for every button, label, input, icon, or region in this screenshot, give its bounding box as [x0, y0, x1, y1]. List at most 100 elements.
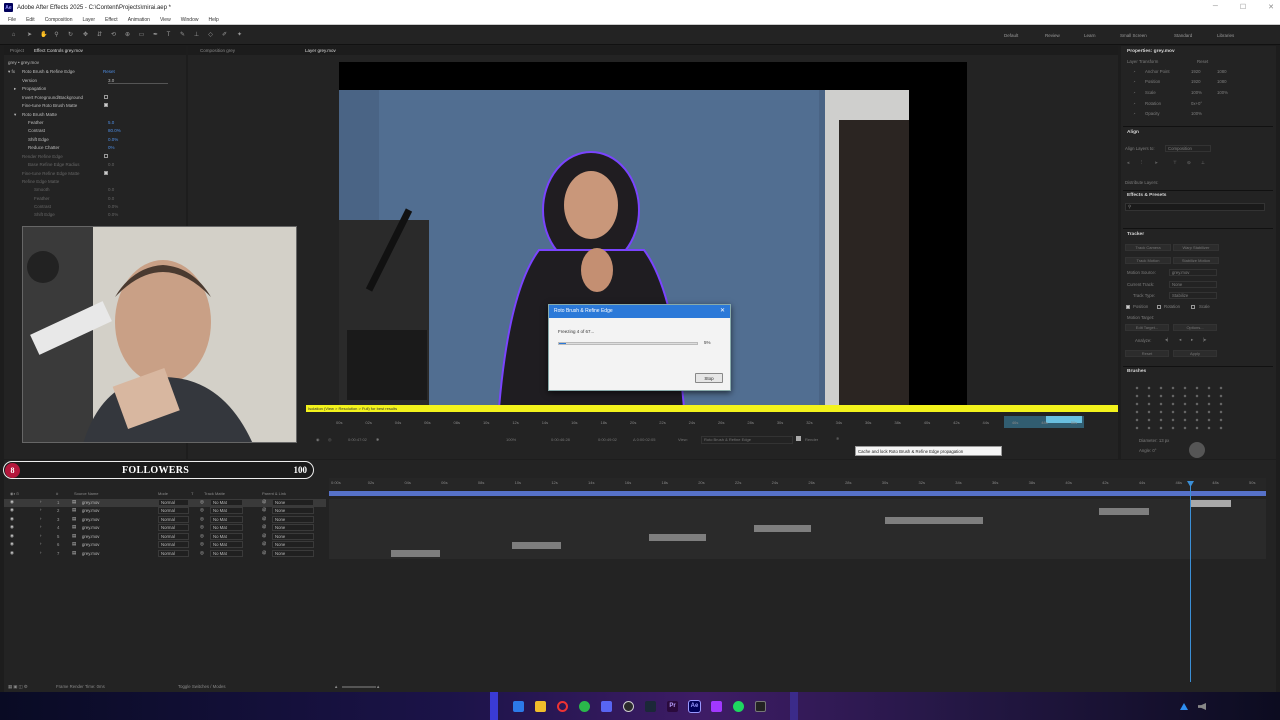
layer-bar-5[interactable]	[649, 534, 706, 541]
layer-mode-dropdown[interactable]: Normal	[158, 524, 189, 531]
layer-name[interactable]: grey.mov	[82, 500, 99, 505]
menu-effect[interactable]: Effect	[105, 17, 118, 23]
whatsapp-icon[interactable]	[579, 701, 590, 712]
analyze-forward-icon[interactable]: ▸	[1191, 337, 1193, 343]
layer-mode-dropdown[interactable]: Normal	[158, 550, 189, 557]
layer-mode-dropdown[interactable]: Normal	[158, 507, 189, 514]
layer-expand-icon[interactable]: ›	[40, 524, 41, 529]
layer-row[interactable]: ◉ › 2 ▤ grey.mov Normal ◎ No Mat @ None	[4, 507, 326, 515]
layer-parent-dropdown[interactable]: None	[272, 516, 314, 523]
roto-brush-tool-icon[interactable]: ✐	[221, 32, 228, 39]
pan-behind-tool-icon[interactable]: ⊕	[124, 32, 131, 39]
align-left-icon[interactable]: ⫷	[1127, 160, 1129, 165]
workspace-libraries[interactable]: Libraries	[1217, 33, 1234, 38]
scale-y[interactable]: 100%	[1217, 90, 1228, 95]
layer-mode-dropdown[interactable]: Normal	[158, 499, 189, 506]
anchor-x[interactable]: 1920	[1191, 69, 1201, 74]
motion-source-dropdown[interactable]: grey.mov	[1169, 269, 1217, 276]
position-checkbox[interactable]	[1126, 305, 1130, 309]
pen-tool-icon[interactable]: ✒	[152, 32, 159, 39]
menu-composition[interactable]: Composition	[45, 17, 73, 23]
align-bottom-icon[interactable]: ⊥	[1201, 160, 1205, 166]
home-icon[interactable]: ⌂	[10, 32, 17, 39]
zoom-slider[interactable]	[342, 686, 376, 688]
selection-tool-icon[interactable]: ➤	[26, 32, 33, 39]
contrast-value[interactable]: 80.0%	[108, 128, 121, 133]
visibility-eye-icon[interactable]: ◉	[10, 533, 14, 539]
stop-button[interactable]: Stop	[695, 373, 723, 383]
scale-checkbox[interactable]	[1191, 305, 1195, 309]
align-target-dropdown[interactable]: Composition	[1165, 145, 1211, 152]
layer-expand-icon[interactable]: ›	[40, 499, 41, 504]
visibility-eye-icon[interactable]: ◉	[10, 499, 14, 505]
analyze-back-icon[interactable]: ◂	[1179, 337, 1181, 343]
track-motion-button[interactable]: Track Motion	[1125, 257, 1171, 264]
layer-matte-dropdown[interactable]: No Mat	[210, 550, 243, 557]
menu-file[interactable]: File	[8, 17, 16, 23]
menu-window[interactable]: Window	[181, 17, 199, 23]
layer-mode-dropdown[interactable]: Normal	[158, 533, 189, 540]
workspace-small-screen[interactable]: Small Screen	[1120, 33, 1147, 38]
rotation-checkbox[interactable]	[1157, 305, 1161, 309]
spotify-icon[interactable]	[733, 701, 744, 712]
layer-parent-dropdown[interactable]: None	[272, 541, 314, 548]
tab-composition[interactable]: Composition grey	[200, 48, 235, 53]
layer-row[interactable]: ◉ › 3 ▤ grey.mov Normal ◎ No Mat @ None	[4, 516, 326, 524]
tracker-apply-button[interactable]: Apply	[1173, 350, 1217, 357]
position-x[interactable]: 1920	[1191, 79, 1201, 84]
rotate-tool-icon[interactable]: ⟲	[110, 32, 117, 39]
workspace-review[interactable]: Review	[1045, 33, 1060, 38]
playhead-line[interactable]	[1190, 482, 1191, 682]
timeline-ruler[interactable]: 0:00s 02s 04s 06s 08s 10s 12s 14s 16s 18s 20s 22s 24…	[329, 478, 1266, 490]
layer-bar-7[interactable]	[391, 550, 440, 557]
pickwhip-icon[interactable]: @	[262, 550, 266, 555]
visibility-eye-icon[interactable]: ◉	[10, 524, 14, 530]
pickwhip-icon[interactable]: @	[262, 499, 266, 504]
current-track-dropdown[interactable]: None	[1169, 281, 1217, 288]
pickwhip-icon[interactable]: @	[262, 524, 266, 529]
smooth-value[interactable]: 0.0	[108, 187, 114, 192]
menu-view[interactable]: View	[160, 17, 171, 23]
layer-parent-dropdown[interactable]: None	[272, 550, 314, 557]
tray-network-icon[interactable]	[1180, 703, 1188, 710]
invert-checkbox[interactable]	[104, 95, 108, 99]
matte-section-toggle[interactable]: ▾	[14, 112, 16, 118]
render-refine-edge-checkbox[interactable]	[104, 154, 108, 158]
work-area-bar[interactable]	[329, 491, 1266, 496]
visibility-eye-icon[interactable]: ◉	[10, 541, 14, 547]
align-right-icon[interactable]: ⫸	[1155, 160, 1157, 165]
layer-matte-dropdown[interactable]: No Mat	[210, 516, 243, 523]
show-snapshot-icon[interactable]: ◎	[328, 437, 332, 442]
align-vcenter-icon[interactable]: ⊝	[1187, 160, 1191, 166]
effect-reset-link[interactable]: Reset	[103, 69, 115, 74]
zoom-out-icon[interactable]: ▲	[334, 684, 338, 689]
layer-bar-6[interactable]	[512, 542, 561, 549]
dialog-close-icon[interactable]: ✕	[720, 305, 725, 318]
base-radius-value[interactable]: 0.0	[108, 162, 114, 167]
align-hcenter-icon[interactable]: ⫶	[1141, 160, 1142, 165]
layer-matte-dropdown[interactable]: No Mat	[210, 524, 243, 531]
layer-name[interactable]: grey.mov	[82, 542, 99, 547]
file-explorer-icon[interactable]	[535, 701, 546, 712]
workspace-learn[interactable]: Learn	[1084, 33, 1096, 38]
toggle-switches-modes[interactable]: Toggle Switches / Modes	[178, 684, 226, 689]
shift-edge-value[interactable]: 0.0%	[108, 137, 118, 142]
pickwhip-icon[interactable]: @	[262, 541, 266, 546]
visibility-eye-icon[interactable]: ◉	[10, 550, 14, 556]
close-button[interactable]: ✕	[1268, 3, 1274, 11]
rectangle-tool-icon[interactable]: ▭	[138, 32, 145, 39]
pan-tool-icon[interactable]: ✥	[82, 32, 89, 39]
steam-icon[interactable]	[645, 701, 656, 712]
comp-time-ruler[interactable]: 00s 02s 04s 06s 08s 10s 12s 14s 16s 18s 20s 22s 24s 2…	[306, 416, 1118, 428]
discord-icon[interactable]	[601, 701, 612, 712]
layer-name[interactable]: grey.mov	[82, 508, 99, 513]
options-button[interactable]: Options...	[1173, 324, 1217, 331]
status-icons[interactable]: ▦ ▣ ◫ ⚙	[8, 684, 28, 690]
stabilize-motion-button[interactable]: Stabilize Motion	[1173, 257, 1219, 264]
layer-name[interactable]: grey.mov	[82, 551, 99, 556]
current-time[interactable]: 0:00:46:28	[551, 437, 570, 442]
tab-effect-controls[interactable]: Effect Controls grey.mov	[34, 48, 83, 53]
type-tool-icon[interactable]: T	[165, 32, 172, 39]
pickwhip-icon[interactable]: @	[262, 516, 266, 521]
layer-name[interactable]: grey.mov	[82, 525, 99, 530]
